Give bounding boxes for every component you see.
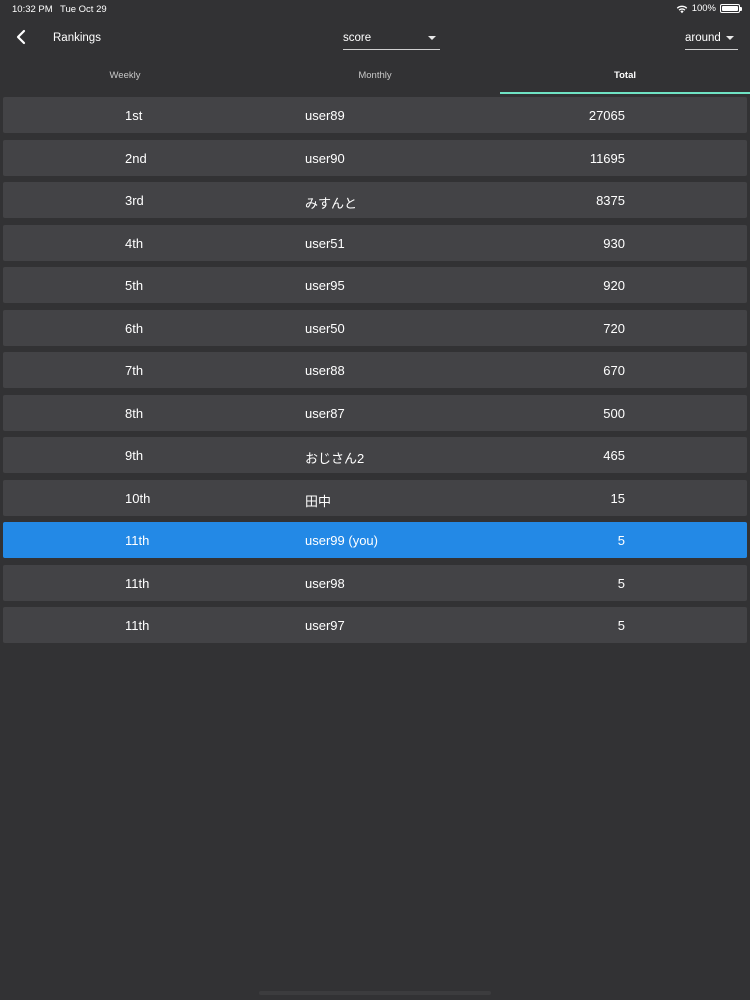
user-name: user88 bbox=[305, 363, 345, 378]
score-value: 5 bbox=[617, 533, 625, 548]
rankings-list: 1st user89 27065 2nd user90 11695 3rd みす… bbox=[3, 97, 747, 650]
user-name: user98 bbox=[305, 575, 345, 591]
rank-label: 8th bbox=[125, 405, 144, 421]
score-value: 465 bbox=[603, 448, 625, 463]
rank-label: 4th bbox=[125, 235, 144, 251]
score-value: 15 bbox=[610, 490, 625, 506]
ranking-row[interactable]: 3rd みすんと 8375 bbox=[3, 182, 747, 218]
ranking-row-current-user[interactable]: 11th user99 (you) 5 bbox=[3, 522, 747, 558]
score-value: 5 bbox=[617, 618, 625, 633]
ranking-row[interactable]: 10th 田中 15 bbox=[3, 479, 747, 516]
score-value: 930 bbox=[603, 235, 625, 251]
metric-select-value: score bbox=[343, 32, 372, 44]
rank-label: 10th bbox=[125, 490, 151, 506]
user-name: user51 bbox=[305, 235, 345, 251]
status-time: 10:32 PM bbox=[12, 4, 53, 15]
scope-select[interactable]: around bbox=[685, 24, 738, 50]
rank-label: 5th bbox=[125, 278, 144, 293]
user-name: user90 bbox=[305, 150, 345, 166]
rank-label: 11th bbox=[125, 618, 150, 633]
ranking-row[interactable]: 9th おじさん2 465 bbox=[3, 437, 747, 473]
chevron-left-icon bbox=[16, 29, 26, 45]
rank-label: 11th bbox=[125, 533, 150, 548]
user-name: おじさん2 bbox=[305, 451, 365, 466]
ranking-row[interactable]: 6th user50 720 bbox=[3, 309, 747, 346]
scope-select-value: around bbox=[685, 32, 721, 44]
score-value: 8375 bbox=[596, 193, 625, 208]
caret-down-icon bbox=[726, 36, 734, 40]
rank-label: 7th bbox=[125, 363, 144, 378]
status-right: 100% bbox=[676, 3, 742, 14]
score-value: 11695 bbox=[589, 150, 625, 166]
caret-down-icon bbox=[428, 36, 436, 40]
ranking-row[interactable]: 5th user95 920 bbox=[3, 267, 747, 303]
metric-select[interactable]: score bbox=[343, 24, 440, 50]
battery-icon bbox=[720, 4, 742, 13]
period-tabs: Weekly Monthly Total bbox=[0, 60, 750, 94]
user-name: user97 bbox=[305, 618, 345, 633]
battery-percent: 100% bbox=[691, 3, 716, 14]
rank-label: 1st bbox=[125, 108, 143, 123]
user-name: user95 bbox=[305, 278, 345, 293]
rank-label: 9th bbox=[125, 448, 144, 463]
score-value: 920 bbox=[603, 278, 625, 293]
score-value: 500 bbox=[603, 405, 625, 421]
score-value: 670 bbox=[603, 363, 625, 378]
user-name: user87 bbox=[305, 405, 345, 421]
app-bar: Rankings score around bbox=[0, 18, 750, 60]
rank-label: 3rd bbox=[125, 193, 144, 208]
score-value: 720 bbox=[603, 320, 625, 336]
user-name: 田中 bbox=[305, 493, 332, 509]
ranking-row[interactable]: 4th user51 930 bbox=[3, 224, 747, 261]
ranking-row[interactable]: 1st user89 27065 bbox=[3, 97, 747, 133]
status-date: Tue Oct 29 bbox=[60, 4, 107, 15]
score-value: 27065 bbox=[588, 108, 625, 123]
ranking-row[interactable]: 7th user88 670 bbox=[3, 352, 747, 388]
score-value: 5 bbox=[617, 575, 625, 591]
status-bar: 10:32 PM Tue Oct 29 100% bbox=[0, 0, 750, 18]
page-title: Rankings bbox=[53, 32, 101, 44]
rank-label: 2nd bbox=[125, 150, 147, 166]
tab-total[interactable]: Total bbox=[500, 60, 750, 94]
back-button[interactable] bbox=[10, 26, 32, 48]
rank-label: 6th bbox=[125, 320, 144, 336]
ranking-row[interactable]: 2nd user90 11695 bbox=[3, 139, 747, 176]
ranking-row[interactable]: 8th user87 500 bbox=[3, 394, 747, 431]
tab-weekly[interactable]: Weekly bbox=[0, 60, 250, 94]
home-indicator[interactable] bbox=[259, 991, 491, 995]
ranking-row[interactable]: 11th user98 5 bbox=[3, 564, 747, 601]
user-name: user89 bbox=[305, 108, 345, 123]
rank-label: 11th bbox=[125, 575, 150, 591]
user-name: みすんと bbox=[305, 196, 358, 211]
user-name: user99 (you) bbox=[305, 533, 378, 548]
ranking-row[interactable]: 11th user97 5 bbox=[3, 607, 747, 643]
wifi-icon bbox=[676, 5, 687, 13]
user-name: user50 bbox=[305, 320, 345, 336]
tab-monthly[interactable]: Monthly bbox=[250, 60, 500, 94]
